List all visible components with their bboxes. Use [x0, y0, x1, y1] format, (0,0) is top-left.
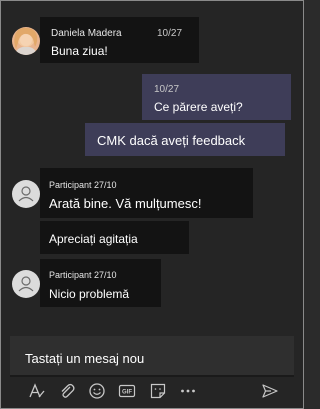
- emoji-icon[interactable]: [88, 382, 106, 400]
- message-time: 10/27: [154, 84, 180, 95]
- message-text: Nicio problemă: [49, 287, 130, 301]
- sender-name: Daniela Madera: [51, 28, 122, 39]
- message-text: Arată bine. Vă mulțumesc!: [49, 196, 202, 211]
- send-icon[interactable]: [261, 382, 279, 400]
- message-bubble[interactable]: 10/27 Ce părere aveți?: [142, 74, 291, 120]
- message-bubble[interactable]: CMK dacă aveți feedback: [85, 123, 285, 156]
- message-bubble[interactable]: Participant 27/10 Arată bine. Vă mulțume…: [40, 168, 253, 218]
- sender-name: Participant 27/10: [49, 270, 117, 280]
- avatar-photo-icon: [12, 27, 40, 55]
- chat-window: Daniela Madera 10/27 Buna ziua! 10/27 Ce…: [0, 0, 304, 409]
- message-text: Buna ziua!: [51, 44, 108, 58]
- compose-box[interactable]: [10, 336, 294, 377]
- message-time: 10/27: [157, 28, 183, 39]
- message-bubble[interactable]: Daniela Madera 10/27 Buna ziua!: [40, 17, 199, 63]
- message-bubble[interactable]: Participant 27/10 Nicio problemă: [40, 259, 161, 307]
- avatar-participant[interactable]: [12, 180, 40, 208]
- avatar-participant[interactable]: [12, 270, 40, 298]
- message-text: Apreciați agitația: [49, 232, 138, 246]
- person-icon: [18, 276, 34, 292]
- message-bubble[interactable]: Apreciați agitația: [40, 221, 189, 254]
- svg-text:GIF: GIF: [122, 390, 132, 396]
- person-icon: [18, 186, 34, 202]
- sticker-icon[interactable]: [149, 382, 167, 400]
- attach-icon[interactable]: [58, 382, 76, 400]
- message-input[interactable]: [23, 347, 277, 369]
- format-icon[interactable]: [28, 382, 46, 400]
- message-text: Ce părere aveți?: [154, 100, 243, 114]
- more-icon[interactable]: [179, 382, 197, 400]
- gif-icon[interactable]: GIF: [118, 382, 136, 400]
- avatar-daniela[interactable]: [12, 27, 40, 55]
- message-text: CMK dacă aveți feedback: [97, 133, 246, 148]
- sender-name: Participant 27/10: [49, 180, 117, 190]
